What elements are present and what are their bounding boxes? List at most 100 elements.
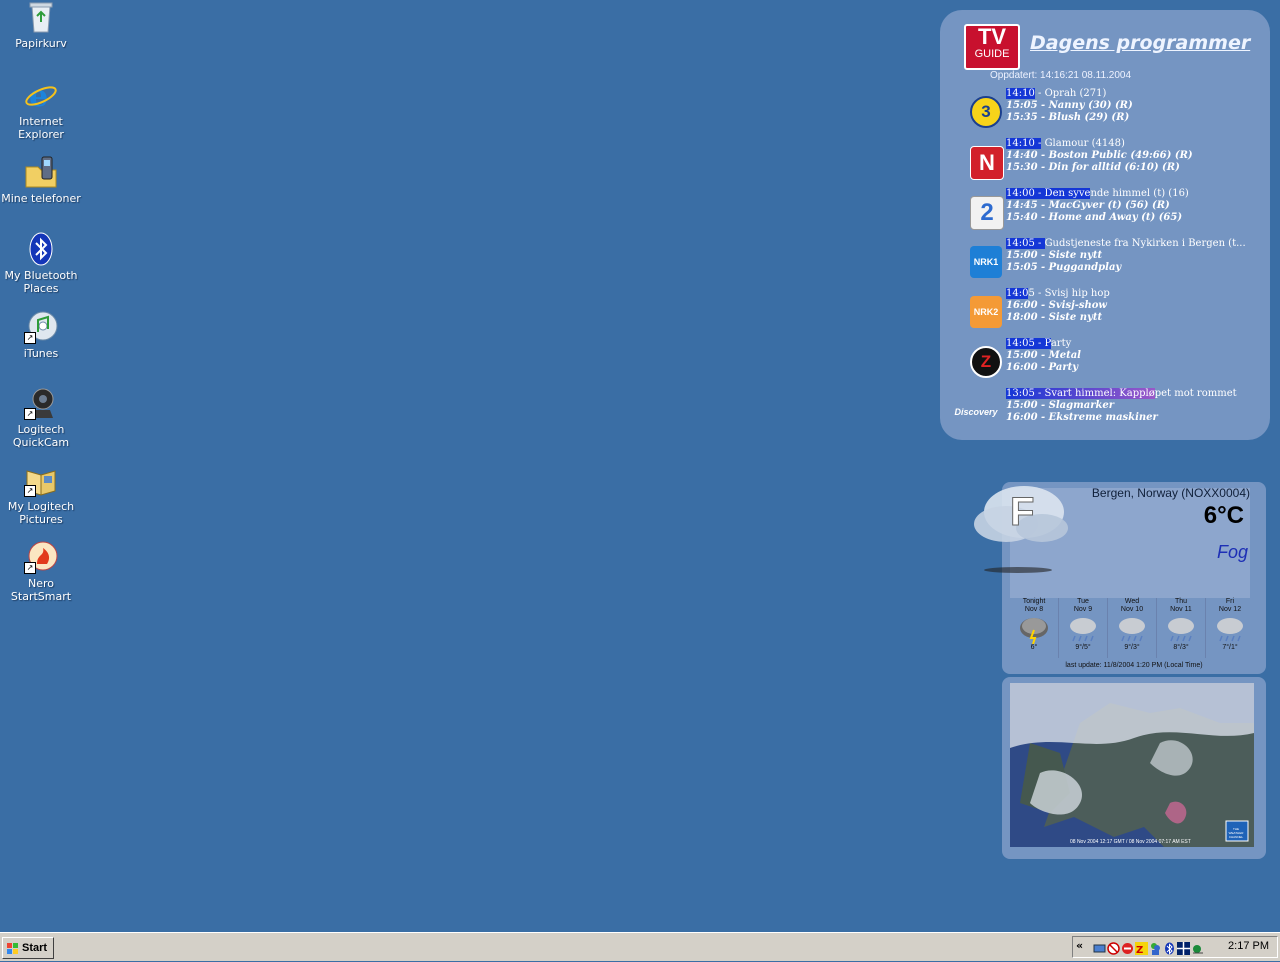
next-program: 16:00 - Ekstreme maskiner bbox=[1006, 412, 1158, 423]
desktop-icon-itunes[interactable]: ↗ iTunes bbox=[0, 310, 82, 360]
channel-row[interactable]: NRK2 14:05 - Svisj hip hop 16:00 - Svisj… bbox=[940, 288, 1270, 336]
channel-row[interactable]: Z 14:05 - Party 15:00 - Metal 16:00 - Pa… bbox=[940, 338, 1270, 386]
forecast-day-name: Wed bbox=[1124, 598, 1140, 605]
desktop-icon-bluetooth-places[interactable]: My Bluetooth Places bbox=[0, 232, 82, 295]
norton-icon[interactable] bbox=[1107, 940, 1120, 955]
desktop-icon-label: My Logitech Pictures bbox=[7, 500, 75, 526]
discovery-logo: Discovery bbox=[954, 407, 998, 417]
now-title: Glamour (4148) bbox=[1041, 138, 1125, 149]
forecast-date: Nov 12 bbox=[1218, 606, 1242, 613]
desktop-icon-my-phones[interactable]: Mine telefoner bbox=[0, 155, 82, 205]
show-hidden-icons-button[interactable]: « bbox=[1076, 939, 1083, 952]
weather-icon-letter: F bbox=[1009, 490, 1035, 535]
itunes-icon: ↗ bbox=[24, 310, 58, 344]
now-time: 14:0 bbox=[1006, 288, 1029, 299]
desktop-icon-label: Internet Explorer bbox=[18, 115, 64, 141]
tv-guide-widget: TV GUIDE Dagens programmer Oppdatert: 14… bbox=[940, 10, 1270, 440]
weather-channel-badge: THE WEATHER CHANNEL bbox=[1228, 827, 1244, 839]
forecast-day-name: Thu bbox=[1174, 598, 1188, 605]
next-program: 15:30 - Din for alltid (6:10) (R) bbox=[1006, 162, 1180, 173]
now-time: 14:00 - Den syve bbox=[1006, 188, 1091, 199]
forecast-temps: 9°/3° bbox=[1124, 644, 1140, 651]
shortcut-arrow-icon: ↗ bbox=[24, 408, 36, 420]
now-title: Gudstjeneste fra Nykirken i Bergen (t... bbox=[1044, 238, 1246, 249]
weather-temperature: 6°C bbox=[1203, 502, 1244, 529]
now-title: 5 - Svisj hip hop bbox=[1028, 288, 1110, 299]
channel-row[interactable]: 2 14:00 - Den syvende himmel (t) (16) 14… bbox=[940, 188, 1270, 236]
now-time: 14:05 - bbox=[1006, 238, 1045, 249]
bluetooth-tray-icon[interactable] bbox=[1163, 940, 1176, 955]
now-title: pet mot rommet bbox=[1154, 388, 1237, 399]
forecast-day[interactable]: Tonight Nov 8 6° bbox=[1010, 598, 1059, 658]
forecast-temps: 6° bbox=[1030, 644, 1038, 651]
desktop-icon-logitech-quickcam[interactable]: ↗ Logitech QuickCam bbox=[0, 386, 82, 449]
next-program: 14:40 - Boston Public (49:66) (R) bbox=[1006, 150, 1193, 161]
forecast-day[interactable]: Wed Nov 10 9°/3° bbox=[1108, 598, 1157, 658]
webcam-icon: ↗ bbox=[24, 386, 58, 420]
next-program: 15:40 - Home and Away (t) (65) bbox=[1006, 212, 1183, 223]
weather-forecast: Tonight Nov 8 6° Tue Nov 9 9°/5° Wed Nov… bbox=[1010, 598, 1254, 658]
taskbar: Start « Z 2:17 PM bbox=[0, 932, 1280, 961]
channel-row[interactable]: Discovery 13:05 - Svart himmel: Kappløpe… bbox=[940, 388, 1270, 436]
nrk1-logo: NRK1 bbox=[970, 246, 1002, 278]
channel-row[interactable]: N 14:10 - Glamour (4148) 14:40 - Boston … bbox=[940, 138, 1270, 186]
desktop-icon-label: Mine telefoner bbox=[1, 192, 81, 205]
flag-icon[interactable] bbox=[1177, 940, 1190, 955]
shortcut-arrow-icon: ↗ bbox=[24, 562, 36, 574]
next-program: 15:05 - Nanny (30) (R) bbox=[1006, 100, 1133, 111]
forecast-date: Nov 11 bbox=[1170, 606, 1192, 613]
channel-row[interactable]: NRK1 14:05 - Gudstjeneste fra Nykirken i… bbox=[940, 238, 1270, 286]
next-program: 15:35 - Blush (29) (R) bbox=[1006, 112, 1130, 123]
shortcut-arrow-icon: ↗ bbox=[24, 485, 36, 497]
start-label: Start bbox=[22, 942, 48, 954]
desktop-icon-internet-explorer[interactable]: e Internet Explorer bbox=[0, 78, 82, 141]
now-title: arty bbox=[1050, 338, 1072, 349]
satellite-map-widget: THE WEATHER CHANNEL 08 Nov 2004 12:17 GM… bbox=[1002, 677, 1266, 859]
network-icon[interactable] bbox=[1093, 940, 1106, 953]
desktop-icon-logitech-pictures[interactable]: ↗ My Logitech Pictures bbox=[0, 463, 82, 526]
next-program: 15:00 - Metal bbox=[1006, 350, 1081, 361]
weather-widget: F Bergen, Norway (NOXX0004) 6°C Fog Toni… bbox=[974, 482, 1266, 674]
forecast-day-name: Fri bbox=[1225, 598, 1235, 605]
now-time: 14:10 bbox=[1006, 88, 1035, 99]
tv2-logo: 2 bbox=[970, 196, 1004, 230]
start-button[interactable]: Start bbox=[2, 937, 54, 959]
next-program: 14:45 - MacGyver (t) (56) (R) bbox=[1006, 200, 1170, 211]
desktop-icon-label: iTunes bbox=[23, 347, 59, 360]
zdf-logo: Z bbox=[970, 346, 1002, 378]
now-time: 14:10 - bbox=[1006, 138, 1042, 149]
system-tray: « Z 2:17 PM bbox=[1072, 936, 1278, 958]
clock[interactable]: 2:17 PM bbox=[1228, 940, 1269, 952]
desktop-icon-recycle-bin[interactable]: Papirkurv bbox=[0, 0, 82, 50]
tv-guide-title[interactable]: Dagens programmer bbox=[1030, 32, 1250, 54]
recycle-bin-icon bbox=[24, 0, 58, 34]
messenger-icon[interactable] bbox=[1149, 940, 1162, 955]
forecast-day[interactable]: Fri Nov 12 7°/1° bbox=[1206, 598, 1254, 658]
internet-explorer-icon: e bbox=[24, 78, 58, 114]
now-title: nde himmel (t) (16) bbox=[1090, 188, 1189, 199]
tv-guide-logo[interactable]: TV GUIDE bbox=[964, 24, 1020, 70]
weather-tray-icon[interactable] bbox=[1191, 940, 1204, 954]
bluetooth-icon bbox=[24, 232, 58, 266]
forecast-day[interactable]: Tue Nov 9 9°/5° bbox=[1059, 598, 1108, 658]
no-entry-icon[interactable] bbox=[1121, 940, 1134, 954]
forecast-day[interactable]: Thu Nov 11 8°/3° bbox=[1157, 598, 1206, 658]
forecast-temps: 7°/1° bbox=[1222, 644, 1238, 651]
tv-guide-logo-bottom: GUIDE bbox=[974, 48, 1010, 60]
zonealarm-icon[interactable]: Z bbox=[1135, 940, 1148, 956]
satellite-map-image[interactable]: THE WEATHER CHANNEL 08 Nov 2004 12:17 GM… bbox=[1010, 683, 1254, 847]
next-program: 18:00 - Siste nytt bbox=[1006, 312, 1103, 323]
desktop-icon-nero-startsmart[interactable]: ↗ Nero StartSmart bbox=[0, 540, 82, 603]
forecast-date: Nov 8 bbox=[1024, 606, 1044, 613]
rain-icon bbox=[1157, 614, 1205, 644]
next-program: 15:00 - Slagmarker bbox=[1006, 400, 1115, 411]
now-time: 13:05 - Svart himmel: Kapplø bbox=[1006, 388, 1155, 399]
desktop-icon-label: My Bluetooth Places bbox=[4, 269, 78, 295]
tv3-logo: 3 bbox=[970, 96, 1002, 128]
windows-logo-icon bbox=[7, 942, 19, 954]
nero-icon: ↗ bbox=[24, 540, 58, 574]
desktop-icon-label: Papirkurv bbox=[15, 37, 67, 50]
shortcut-arrow-icon: ↗ bbox=[24, 332, 36, 344]
rain-icon bbox=[1108, 614, 1156, 644]
channel-row[interactable]: 3 14:10 - Oprah (271) 15:05 - Nanny (30)… bbox=[940, 88, 1270, 136]
